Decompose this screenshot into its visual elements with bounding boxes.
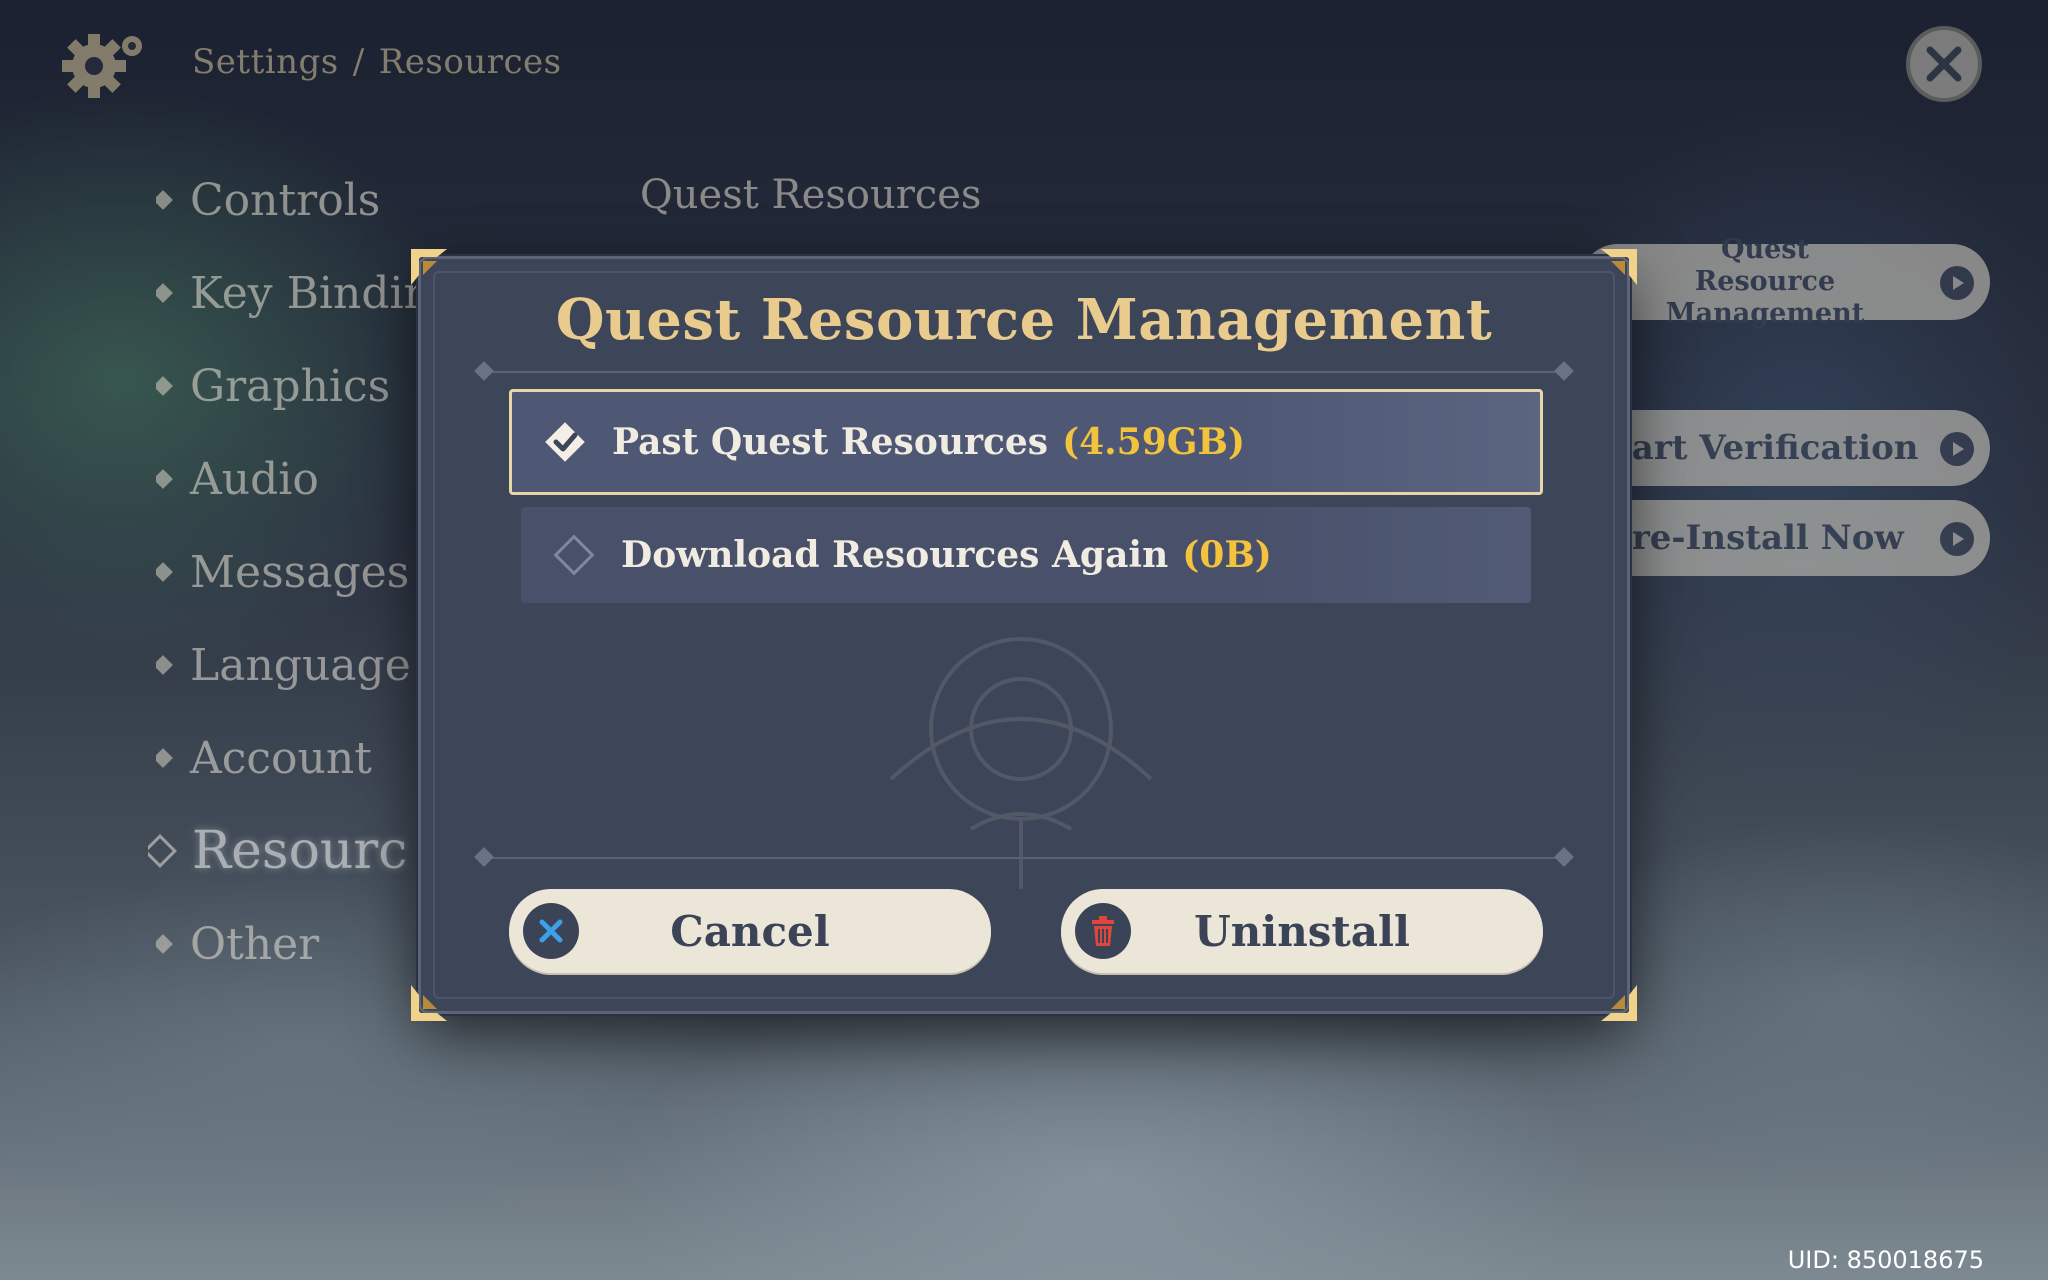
diamond-bullet-icon [156, 934, 173, 954]
breadcrumb-settings[interactable]: Settings [192, 42, 339, 82]
watermark-emblem-icon [889, 637, 1153, 889]
start-verification-button[interactable]: Start Verification [1580, 410, 1990, 486]
button-label: Start Verification [1591, 428, 1919, 468]
option-size: (0B) [1182, 534, 1272, 576]
gear-icon [62, 34, 142, 98]
diamond-bullet-icon [156, 655, 173, 675]
close-icon [1926, 46, 1962, 82]
close-button[interactable] [1906, 26, 1982, 102]
option-past-quest-resources[interactable]: Past Quest Resources (4.59GB) [509, 389, 1543, 495]
diamond-selected-icon [148, 834, 177, 868]
trash-icon [1075, 903, 1131, 959]
checkbox-unchecked-icon[interactable] [549, 530, 599, 580]
arrow-right-icon [1940, 522, 1974, 556]
arrow-right-icon [1940, 432, 1974, 466]
corner-ornament-icon [1601, 985, 1637, 1021]
quest-resource-management-dialog: Quest Resource Management Past Quest Res… [411, 249, 1637, 1021]
breadcrumb: Settings / Resources [192, 42, 576, 82]
button-label: Pre-Install Now [1606, 518, 1904, 558]
sidebar-item-label: Messages [190, 546, 410, 598]
sidebar-item-label: Graphics [190, 360, 391, 412]
option-label: Download Resources Again [621, 534, 1169, 576]
sidebar-item-label: Language [190, 639, 411, 691]
button-label: Quest Resource Management [1665, 234, 1865, 329]
sidebar-item-label: Resourc [192, 821, 408, 881]
corner-ornament-icon [411, 985, 447, 1021]
sidebar-item-label: Other [190, 918, 320, 970]
divider [481, 371, 1567, 373]
diamond-bullet-icon [156, 748, 173, 768]
breadcrumb-resources: Resources [378, 42, 562, 82]
sidebar-item-label: Key Bindin [190, 267, 432, 319]
diamond-bullet-icon [156, 283, 173, 303]
checkbox-checked-icon[interactable] [540, 417, 590, 467]
diamond-bullet-icon [156, 562, 173, 582]
diamond-bullet-icon [156, 376, 173, 396]
uid-label: UID: 850018675 [1787, 1246, 1984, 1274]
divider [481, 857, 1567, 859]
section-title: Quest Resources [640, 172, 982, 218]
pre-install-now-button[interactable]: Pre-Install Now [1580, 500, 1990, 576]
cancel-label: Cancel [670, 906, 830, 956]
diamond-bullet-icon [156, 469, 173, 489]
uninstall-button[interactable]: Uninstall [1061, 889, 1543, 973]
option-size: (4.59GB) [1062, 421, 1245, 463]
sidebar-item-label: Audio [190, 453, 319, 505]
cancel-x-icon [523, 903, 579, 959]
option-download-resources-again[interactable]: Download Resources Again (0B) [521, 507, 1531, 603]
option-label: Past Quest Resources [612, 421, 1049, 463]
sidebar-item-label: Controls [190, 174, 381, 226]
quest-resource-management-button[interactable]: Quest Resource Management [1580, 234, 1990, 329]
corner-ornament-icon [411, 249, 447, 285]
cancel-button[interactable]: Cancel [509, 889, 991, 973]
uninstall-label: Uninstall [1194, 906, 1410, 956]
sidebar-item-controls[interactable]: Controls [156, 170, 476, 230]
corner-ornament-icon [1601, 249, 1637, 285]
breadcrumb-separator: / [352, 42, 365, 82]
sidebar-item-label: Account [190, 732, 372, 784]
arrow-right-icon [1940, 266, 1974, 300]
dialog-title: Quest Resource Management [555, 287, 1493, 353]
diamond-bullet-icon [156, 190, 173, 210]
